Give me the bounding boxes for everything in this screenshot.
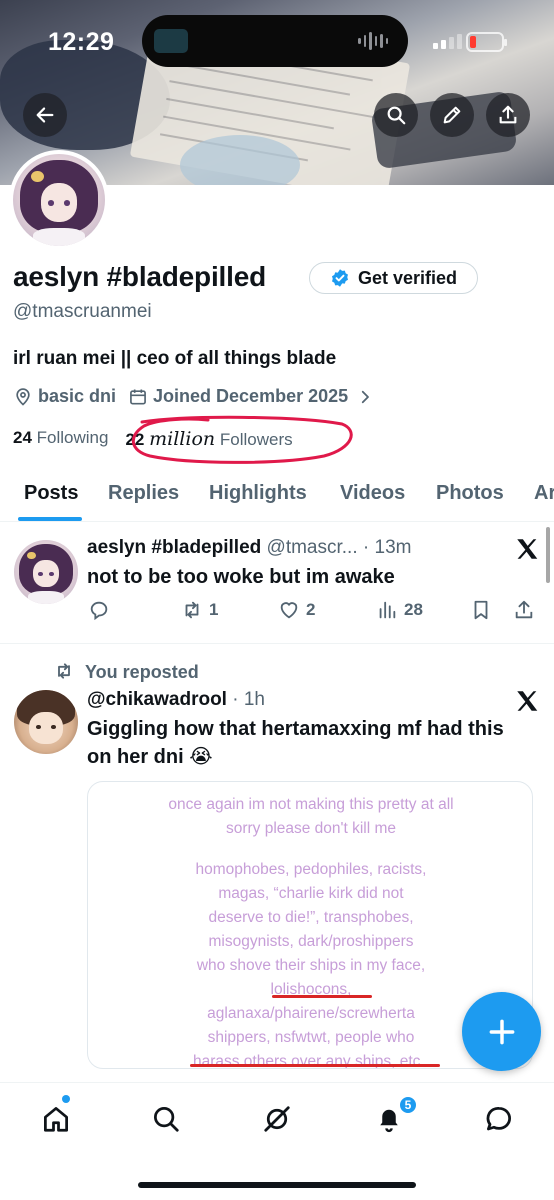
post-text-line-1: Giggling how that hertamaxxing mf had th… xyxy=(87,718,504,740)
nav-grok[interactable] xyxy=(257,1099,297,1139)
repost-icon xyxy=(185,601,199,619)
active-tab-indicator xyxy=(18,517,82,521)
bookmark-icon xyxy=(474,600,488,620)
battery-icon xyxy=(466,32,507,52)
x-logo-icon xyxy=(517,539,538,559)
media-text-line: once again im not making this pretty at … xyxy=(168,796,454,813)
post-divider xyxy=(0,643,554,644)
repost-count: 1 xyxy=(209,600,219,619)
tab-articles[interactable]: Ar xyxy=(534,482,554,505)
nav-home[interactable] xyxy=(36,1099,76,1139)
location-pin-icon xyxy=(16,387,30,406)
post-time: · 1h xyxy=(232,689,265,710)
share-post-button[interactable] xyxy=(513,599,535,621)
you-reposted-label: You reposted xyxy=(85,662,199,682)
reply-icon xyxy=(90,601,108,621)
compose-post-button[interactable] xyxy=(462,992,541,1071)
search-icon xyxy=(154,1107,179,1132)
dynamic-island xyxy=(142,15,408,67)
share-icon xyxy=(515,600,533,619)
heart-icon xyxy=(280,602,298,619)
joined-date: Joined December 2025 xyxy=(153,386,349,406)
tab-posts[interactable]: Posts xyxy=(24,482,78,505)
red-ellipse-annotation xyxy=(132,415,353,464)
view-count: 28 xyxy=(404,600,423,619)
like-button[interactable]: 2 xyxy=(278,599,315,621)
post-author-avatar[interactable] xyxy=(14,690,78,754)
post-author-avatar[interactable] xyxy=(14,540,78,604)
profile-handle: @tmascruanmei xyxy=(13,301,152,322)
profile-bio: irl ruan mei || ceo of all things blade xyxy=(13,348,337,369)
profile-tabs: Posts Replies Highlights Videos Photos A… xyxy=(0,470,554,522)
post-author-handle: @tmascr... xyxy=(266,537,358,558)
post-header: aeslyn #bladepilled @tmascr... · 13m xyxy=(87,537,411,559)
display-name: aeslyn #bladepilled xyxy=(13,261,266,292)
media-text-line: sorry please don't kill me xyxy=(225,820,397,837)
media-text-line: misogynists, dark/proshippers xyxy=(208,933,414,950)
post-header: @chikawadrool · 1h xyxy=(87,689,265,711)
verified-badge-icon xyxy=(331,269,348,287)
status-time: 12:29 xyxy=(48,28,115,56)
reply-button[interactable] xyxy=(88,599,116,621)
notifications-badge: 5 xyxy=(398,1095,418,1115)
back-button[interactable] xyxy=(23,93,67,137)
bookmark-button[interactable] xyxy=(470,599,492,621)
x-logo-icon xyxy=(517,691,538,711)
location-text: basic dni xyxy=(38,386,117,406)
repost-button[interactable]: 1 xyxy=(181,599,218,621)
audio-wave-icon xyxy=(358,31,388,51)
media-text-line: magas, “charlie kirk did not xyxy=(218,885,404,902)
post-text-line-2: on her dni 😭 xyxy=(87,746,213,768)
like-count: 2 xyxy=(306,600,316,619)
chevron-right-icon[interactable] xyxy=(356,388,374,406)
nav-messages[interactable] xyxy=(479,1099,519,1139)
profile-meta: basic dni Joined December 2025 xyxy=(13,386,379,407)
post-author-name[interactable]: aeslyn #bladepilled xyxy=(87,537,261,558)
red-underline-annotation xyxy=(272,995,372,998)
post-time: · 13m xyxy=(362,537,412,558)
media-text-line: homophobes, pedophiles, racists, xyxy=(195,861,427,878)
post-text: not to be too woke but im awake xyxy=(87,566,395,588)
views-button[interactable]: 28 xyxy=(376,599,423,621)
post-actions: 1 2 28 xyxy=(86,599,546,629)
following-link[interactable]: 24 Following xyxy=(13,428,108,450)
tab-highlights[interactable]: Highlights xyxy=(209,482,307,505)
post-author-handle[interactable]: @chikawadrool xyxy=(87,689,227,710)
profile-avatar[interactable] xyxy=(9,150,109,250)
grok-icon xyxy=(264,1106,290,1132)
home-unread-dot xyxy=(62,1095,70,1103)
home-icon xyxy=(44,1107,68,1132)
share-icon xyxy=(499,105,517,124)
tab-videos[interactable]: Videos xyxy=(340,482,405,505)
scrollbar-thumb[interactable] xyxy=(546,527,550,583)
media-text-line: deserve to die!”, transphobes, xyxy=(208,909,414,926)
search-icon xyxy=(387,106,406,125)
following-count: 24 xyxy=(13,428,32,447)
calendar-icon xyxy=(130,389,146,404)
cellular-signal-icon xyxy=(433,34,462,49)
red-underline-annotation xyxy=(190,1064,440,1067)
now-playing-thumbnail xyxy=(154,29,188,53)
media-text-line: who shove their ships in my face, xyxy=(196,957,426,974)
search-button[interactable] xyxy=(374,93,418,137)
get-verified-label: Get verified xyxy=(357,267,458,288)
back-arrow-icon xyxy=(36,107,54,123)
following-label: Following xyxy=(36,428,109,447)
home-indicator xyxy=(138,1182,416,1188)
repost-context: You reposted xyxy=(54,661,199,683)
analytics-bars-icon xyxy=(379,601,396,619)
media-text-line: lolishocons, xyxy=(270,981,352,998)
tab-photos[interactable]: Photos xyxy=(436,482,504,505)
tab-replies[interactable]: Replies xyxy=(108,482,179,505)
edit-pencil-icon xyxy=(443,106,461,124)
plus-icon xyxy=(489,1019,514,1044)
chat-bubble-icon xyxy=(486,1106,511,1131)
edit-profile-button[interactable] xyxy=(430,93,474,137)
repost-icon xyxy=(58,663,70,679)
nav-search[interactable] xyxy=(146,1099,186,1139)
get-verified-button[interactable]: Get verified xyxy=(309,262,478,294)
share-button[interactable] xyxy=(486,93,530,137)
